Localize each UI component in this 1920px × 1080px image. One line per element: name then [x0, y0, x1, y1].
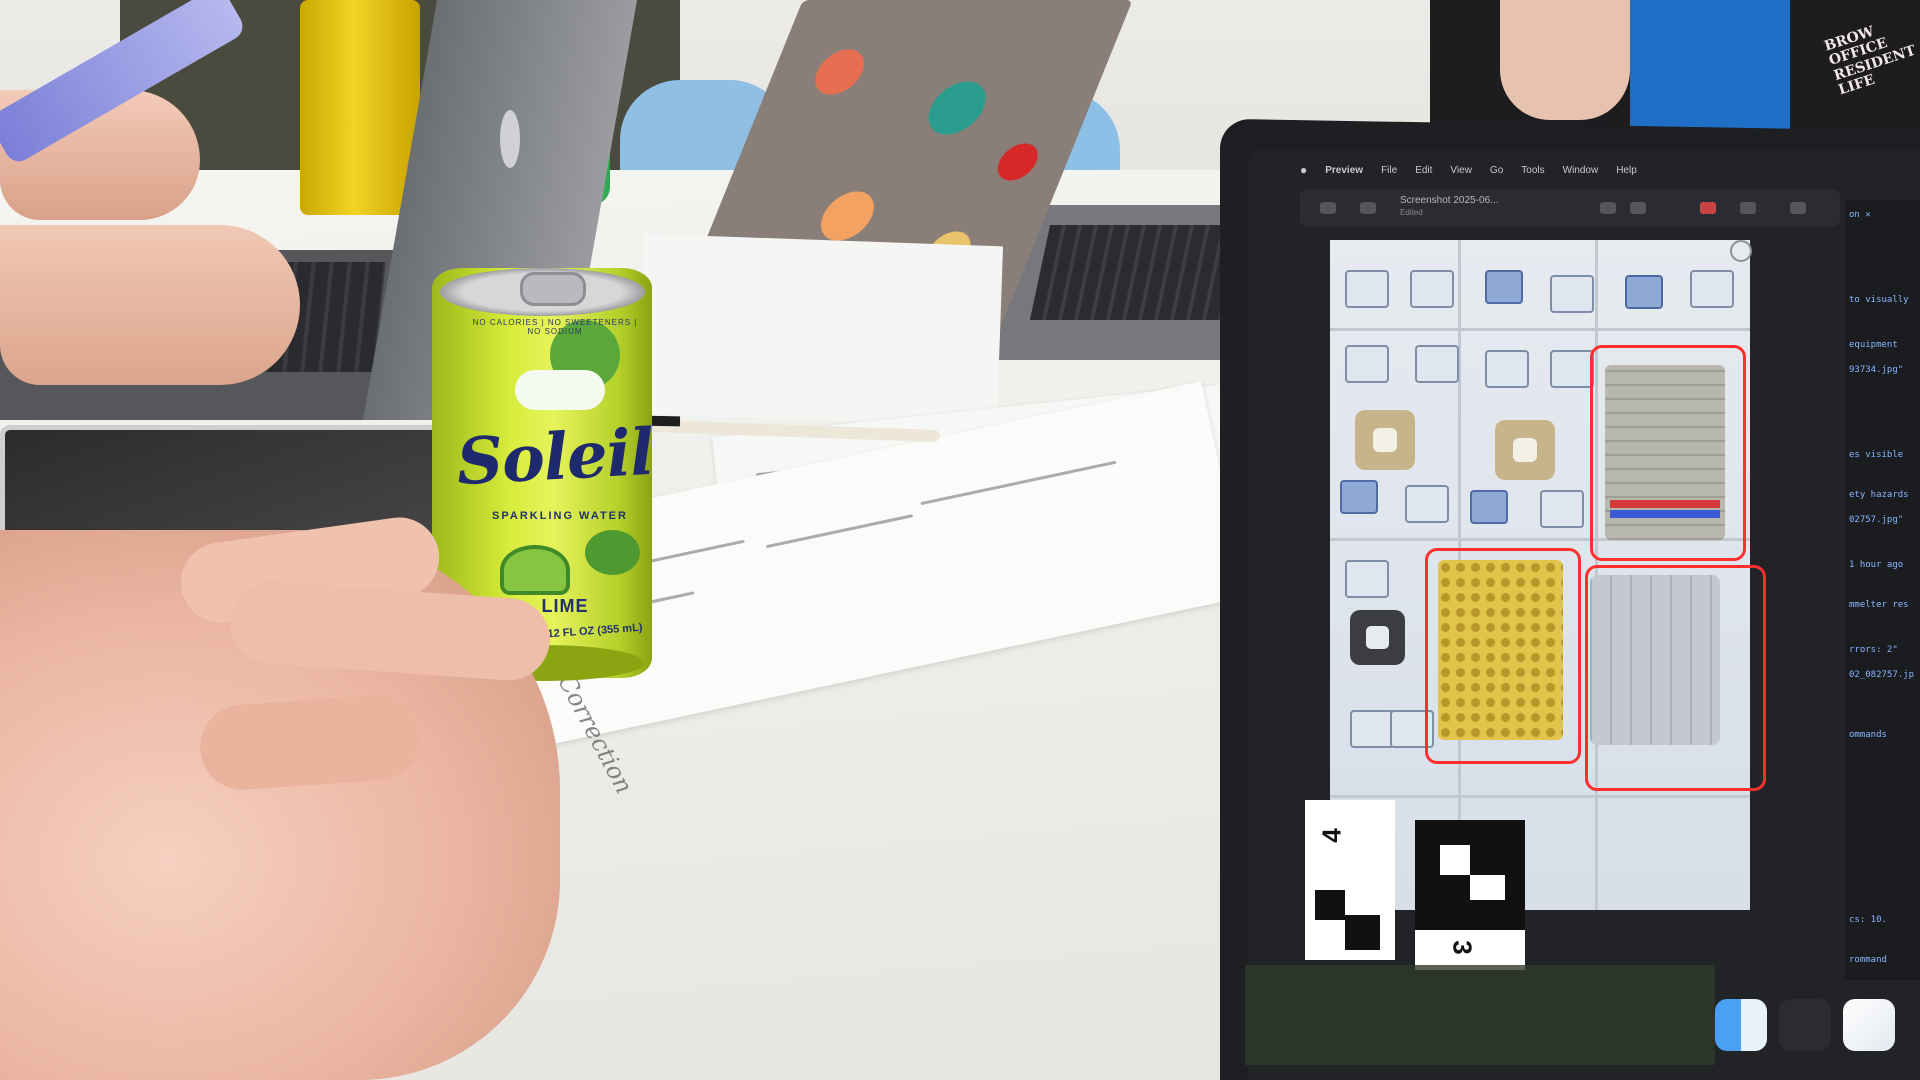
deck-icon-blue	[1625, 275, 1663, 309]
lime-slice-graphic	[500, 545, 570, 595]
can-top-text: NO CALORIES | NO SWEETENERS | NO SODIUM	[472, 318, 638, 336]
terminal-panel: on ✕ to visually equipment 93734.jpg" es…	[1845, 200, 1920, 980]
red-annotation	[1590, 345, 1746, 561]
menu-item-go[interactable]: Go	[1490, 165, 1503, 176]
menu-item-edit[interactable]: Edit	[1415, 165, 1432, 176]
menu-item-tools[interactable]: Tools	[1521, 165, 1544, 176]
code-line: 1 hour ago	[1849, 560, 1904, 570]
code-line: rommand	[1849, 955, 1887, 965]
adapter-plate	[1355, 410, 1415, 470]
deck-icon	[1345, 345, 1389, 383]
marker-cell	[1315, 890, 1345, 920]
blue-vest	[1630, 0, 1790, 140]
deck-icon	[1345, 560, 1389, 598]
sketch-line	[765, 514, 914, 549]
red-annotation	[1425, 548, 1581, 764]
code-line: equipment	[1849, 340, 1898, 350]
search-icon[interactable]	[1790, 202, 1806, 214]
grid-line	[1330, 795, 1750, 798]
grid-line	[1330, 328, 1750, 331]
dock	[1715, 990, 1920, 1060]
preview-toolbar	[1300, 190, 1840, 226]
deck-icon	[1550, 275, 1594, 313]
color-icon[interactable]	[1700, 202, 1716, 214]
code-line: to visually	[1849, 295, 1909, 305]
code-line: mmelter res	[1849, 600, 1909, 610]
menu-item-preview[interactable]: Preview	[1325, 165, 1363, 176]
marker-cell	[1440, 845, 1470, 875]
adapter-plate	[1495, 420, 1555, 480]
menu-item-file[interactable]: File	[1381, 165, 1397, 176]
menu-bar: ● Preview File Edit View Go Tools Window…	[1300, 157, 1920, 183]
deck-icon-blue	[1470, 490, 1508, 524]
sketch-line	[920, 460, 1117, 506]
lime-graphic-2	[585, 530, 640, 575]
window-subtitle: Edited	[1400, 208, 1423, 217]
code-line: ommands	[1849, 730, 1887, 740]
cloud-graphic	[515, 370, 605, 410]
can-subtitle: SPARKLING WATER	[492, 510, 628, 522]
marker-cell	[1470, 875, 1505, 900]
finger	[197, 692, 423, 793]
sidebar-toggle-icon[interactable]	[1360, 202, 1376, 214]
deck-icon	[1410, 270, 1454, 308]
window-title: Screenshot 2025-06...	[1400, 195, 1499, 206]
deck-icon	[1350, 710, 1394, 748]
red-annotation	[1585, 565, 1766, 791]
menu-item-window[interactable]: Window	[1563, 165, 1599, 176]
code-line: 02757.jpg"	[1849, 515, 1904, 525]
dark-adapter	[1350, 610, 1405, 665]
ai-app-icon[interactable]	[1843, 999, 1895, 1051]
finder-icon[interactable]	[1715, 999, 1767, 1051]
deck-icon	[1405, 485, 1449, 523]
deck-icon	[1690, 270, 1734, 308]
share-icon[interactable]	[1740, 202, 1756, 214]
person-arm	[1500, 0, 1630, 120]
deck-icon	[1550, 350, 1594, 388]
menu-item-help[interactable]: Help	[1616, 165, 1637, 176]
traffic-light-icon[interactable]	[1320, 202, 1336, 214]
code-line: cs: 10.	[1849, 915, 1887, 925]
aruco-marker: 4	[1305, 800, 1395, 960]
aruco-marker: 3	[1415, 820, 1525, 970]
scroll-indicator-icon	[1730, 240, 1752, 262]
code-line: es visible	[1849, 450, 1904, 460]
marker-cell	[1345, 915, 1380, 950]
can-brand: Soleil	[454, 414, 656, 501]
deck-icon	[1540, 490, 1584, 528]
code-line: 93734.jpg"	[1849, 365, 1904, 375]
deck-icon	[1415, 345, 1459, 383]
marker-label: 4	[1316, 828, 1347, 843]
apple-menu-icon[interactable]: ●	[1300, 163, 1307, 177]
markup-icon[interactable]	[1600, 202, 1616, 214]
deck-icon-blue	[1485, 270, 1523, 304]
marker-label: 3	[1447, 940, 1478, 955]
deck-icon	[1345, 270, 1389, 308]
deck-icon	[1485, 350, 1529, 388]
desktop-wallpaper	[1245, 965, 1715, 1065]
hand-typing	[0, 225, 300, 385]
sticker-laptop-keyboard	[1029, 225, 1241, 320]
can-pull-tab	[520, 272, 586, 306]
deck-icon-blue	[1340, 480, 1378, 514]
rotate-icon[interactable]	[1630, 202, 1646, 214]
photo-scene: BROW OFFICE RESIDENT LIFE Correction NO …	[0, 0, 1920, 1080]
code-line: ety hazards	[1849, 490, 1909, 500]
code-line: rrors: 2"	[1849, 645, 1898, 655]
paper-back	[636, 233, 1004, 427]
box-app-icon[interactable]	[1779, 999, 1831, 1051]
apple-logo	[500, 110, 520, 168]
yellow-can	[300, 0, 420, 215]
code-line: 02_082757.jp	[1849, 670, 1915, 680]
menu-item-view[interactable]: View	[1450, 165, 1472, 176]
code-line: on ✕	[1849, 210, 1871, 220]
